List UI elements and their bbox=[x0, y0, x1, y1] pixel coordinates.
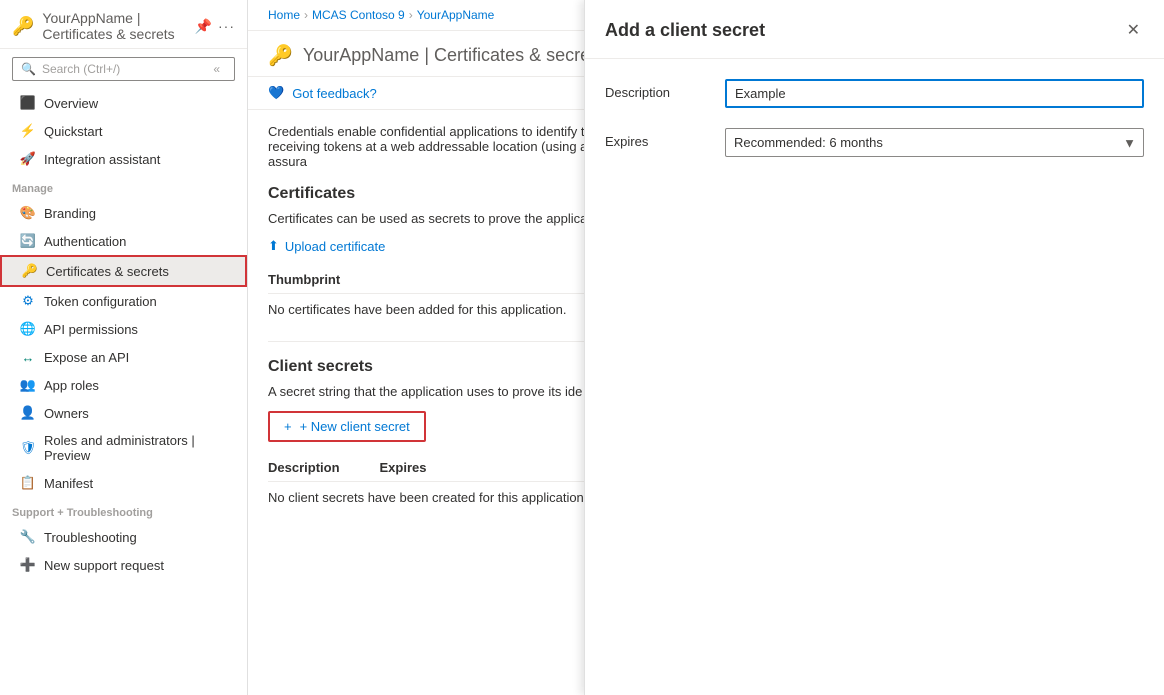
sidebar-item-expose-api[interactable]: ↔ Expose an API bbox=[0, 343, 247, 371]
app-icon: 🔑 bbox=[12, 16, 34, 37]
owners-label: Owners bbox=[44, 406, 89, 421]
header-actions: 📌 ··· bbox=[195, 18, 235, 35]
feedback-icon: 💙 bbox=[268, 85, 284, 101]
manifest-icon: 📋 bbox=[20, 475, 36, 491]
sidebar-item-quickstart[interactable]: ⚡ Quickstart bbox=[0, 117, 247, 145]
troubleshooting-icon: 🔧 bbox=[20, 529, 36, 545]
breadcrumb-app[interactable]: YourAppName bbox=[417, 8, 495, 22]
branding-icon: 🎨 bbox=[20, 205, 36, 221]
breadcrumb-sep-1: › bbox=[304, 8, 308, 22]
panel-header: Add a client secret ✕ bbox=[585, 0, 1164, 59]
search-placeholder: Search (Ctrl+/) bbox=[42, 62, 120, 76]
app-page-name: Certificates & secrets bbox=[42, 26, 174, 42]
integration-label: Integration assistant bbox=[44, 152, 160, 167]
description-row: Description bbox=[605, 79, 1144, 108]
panel-body: Description Expires Recommended: 6 month… bbox=[585, 59, 1164, 177]
breadcrumb-home[interactable]: Home bbox=[268, 8, 300, 22]
page-header-icon: 🔑 bbox=[268, 43, 293, 68]
roles-label: Roles and administrators | Preview bbox=[44, 433, 235, 463]
collapse-button[interactable]: « bbox=[213, 62, 220, 76]
app-header: 🔑 YourAppName | Certificates & secrets 📌… bbox=[0, 0, 247, 49]
description-input[interactable] bbox=[725, 79, 1144, 108]
certificates-label: Certificates & secrets bbox=[46, 264, 169, 279]
main-content: Home › MCAS Contoso 9 › YourAppName 🔑 Yo… bbox=[248, 0, 1164, 695]
support-section-label: Support + Troubleshooting bbox=[0, 497, 247, 523]
certificates-icon: 🔑 bbox=[22, 263, 38, 279]
quickstart-icon: ⚡ bbox=[20, 123, 36, 139]
sidebar-item-token-config[interactable]: ⚙ Token configuration bbox=[0, 287, 247, 315]
approles-label: App roles bbox=[44, 378, 99, 393]
overview-icon: ⬛ bbox=[20, 95, 36, 111]
manage-section-label: Manage bbox=[0, 173, 247, 199]
search-box[interactable]: 🔍 Search (Ctrl+/) « bbox=[12, 57, 235, 81]
upload-icon: ⬆ bbox=[268, 238, 279, 254]
description-label: Description bbox=[605, 79, 705, 100]
plus-icon: + bbox=[284, 419, 292, 434]
app-name-label: YourAppName bbox=[42, 10, 133, 26]
overview-label: Overview bbox=[44, 96, 98, 111]
new-client-secret-button[interactable]: + + New client secret bbox=[268, 411, 426, 442]
sidebar-item-owners[interactable]: 👤 Owners bbox=[0, 399, 247, 427]
expires-row: Expires Recommended: 6 months 3 months 1… bbox=[605, 128, 1144, 157]
expires-select-wrapper: Recommended: 6 months 3 months 12 months… bbox=[725, 128, 1144, 157]
sidebar-item-authentication[interactable]: 🔄 Authentication bbox=[0, 227, 247, 255]
sidebar-item-branding[interactable]: 🎨 Branding bbox=[0, 199, 247, 227]
sidebar-item-manifest[interactable]: 📋 Manifest bbox=[0, 469, 247, 497]
roles-icon: 🛡 bbox=[20, 440, 36, 456]
thumbprint-header: Thumbprint bbox=[268, 272, 340, 287]
token-icon: ⚙ bbox=[20, 293, 36, 309]
feedback-link[interactable]: Got feedback? bbox=[292, 86, 377, 101]
api-icon: 🌐 bbox=[20, 321, 36, 337]
sidebar-item-troubleshooting[interactable]: 🔧 Troubleshooting bbox=[0, 523, 247, 551]
sidebar-item-overview[interactable]: ⬛ Overview bbox=[0, 89, 247, 117]
sidebar-item-support-request[interactable]: ➕ New support request bbox=[0, 551, 247, 579]
description-col: Description bbox=[268, 460, 340, 475]
upload-label: Upload certificate bbox=[285, 239, 385, 254]
more-options-icon[interactable]: ··· bbox=[218, 18, 235, 35]
owners-icon: 👤 bbox=[20, 405, 36, 421]
support-label: New support request bbox=[44, 558, 164, 573]
add-client-secret-panel: Add a client secret ✕ Description Expire… bbox=[584, 0, 1164, 695]
page-title: YourAppName | Certificates & secrets bbox=[303, 45, 604, 66]
breadcrumb-mcas[interactable]: MCAS Contoso 9 bbox=[312, 8, 405, 22]
description-field-wrapper bbox=[725, 79, 1144, 108]
sidebar-item-roles-admins[interactable]: 🛡 Roles and administrators | Preview bbox=[0, 427, 247, 469]
expose-icon: ↔ bbox=[20, 349, 36, 365]
sidebar-item-api-permissions[interactable]: 🌐 API permissions bbox=[0, 315, 247, 343]
panel-close-button[interactable]: ✕ bbox=[1123, 16, 1144, 44]
search-icon: 🔍 bbox=[21, 62, 36, 76]
expires-select[interactable]: Recommended: 6 months 3 months 12 months… bbox=[725, 128, 1144, 157]
pin-icon[interactable]: 📌 bbox=[195, 18, 212, 35]
new-secret-label: + New client secret bbox=[300, 419, 410, 434]
expose-label: Expose an API bbox=[44, 350, 129, 365]
branding-label: Branding bbox=[44, 206, 96, 221]
expires-col: Expires bbox=[380, 460, 427, 475]
sidebar-item-integration-assistant[interactable]: 🚀 Integration assistant bbox=[0, 145, 247, 173]
sidebar-item-app-roles[interactable]: 👥 App roles bbox=[0, 371, 247, 399]
app-title: YourAppName | Certificates & secrets bbox=[42, 10, 186, 42]
expires-label: Expires bbox=[605, 128, 705, 149]
approles-icon: 👥 bbox=[20, 377, 36, 393]
sidebar: 🔑 YourAppName | Certificates & secrets 📌… bbox=[0, 0, 248, 695]
quickstart-label: Quickstart bbox=[44, 124, 103, 139]
integration-icon: 🚀 bbox=[20, 151, 36, 167]
breadcrumb-sep-2: › bbox=[409, 8, 413, 22]
api-label: API permissions bbox=[44, 322, 138, 337]
troubleshooting-label: Troubleshooting bbox=[44, 530, 137, 545]
authentication-label: Authentication bbox=[44, 234, 126, 249]
panel-title: Add a client secret bbox=[605, 20, 765, 41]
sidebar-item-certificates[interactable]: 🔑 Certificates & secrets bbox=[0, 255, 247, 287]
manifest-label: Manifest bbox=[44, 476, 93, 491]
support-icon: ➕ bbox=[20, 557, 36, 573]
authentication-icon: 🔄 bbox=[20, 233, 36, 249]
token-label: Token configuration bbox=[44, 294, 157, 309]
